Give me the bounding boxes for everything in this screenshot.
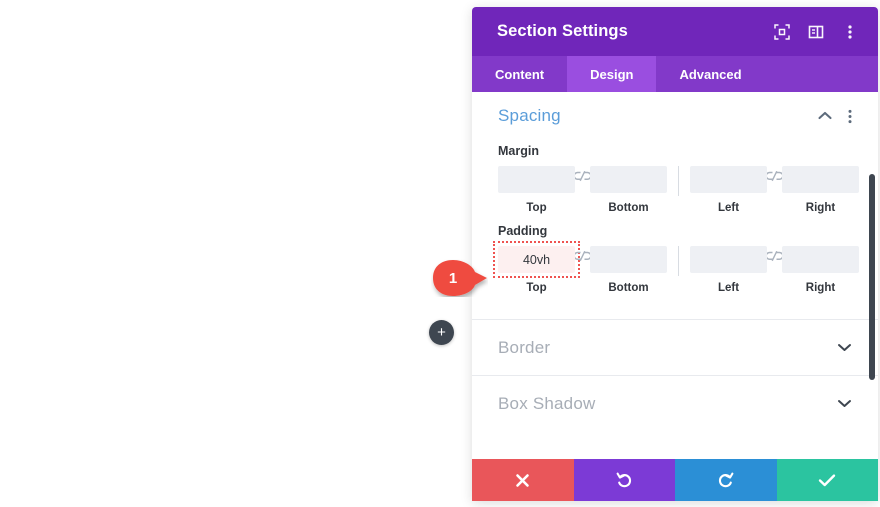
margin-bottom-caption: Bottom: [608, 202, 649, 214]
page-title: Section Settings: [497, 22, 628, 40]
margin-top-cell: Top: [498, 166, 575, 214]
padding-label: Padding: [498, 224, 548, 238]
callout-number: 1: [448, 269, 458, 287]
expand-icon[interactable]: [773, 23, 790, 40]
margin-left-wrap: [690, 166, 767, 193]
link-icon-svg: [575, 171, 590, 182]
margin-top-caption: Top: [526, 202, 547, 214]
expand-icon-svg: [773, 23, 790, 40]
padding-left-wrap: [690, 246, 767, 273]
layout-icon[interactable]: [807, 23, 824, 40]
panel-tabs: Content Design Advanced: [472, 56, 878, 92]
margin-bottom-wrap: [590, 166, 667, 193]
box-shadow-title: Box Shadow: [498, 393, 596, 413]
margin-bottom-input[interactable]: [590, 166, 667, 193]
padding-left-cell: Left: [690, 246, 767, 294]
panel-footer: [472, 459, 878, 501]
link-icon-svg: [767, 251, 782, 262]
padding-bottom-cell: Bottom: [590, 246, 667, 294]
panel-scrollbar-track[interactable]: [869, 174, 875, 451]
padding-bottom-input[interactable]: [590, 246, 667, 273]
margin-label: Margin: [498, 144, 539, 158]
close-icon: [516, 473, 530, 487]
header-icon-group: [773, 23, 858, 40]
spacing-section-header: Spacing: [498, 92, 852, 134]
padding-left-input[interactable]: [690, 246, 767, 273]
layout-icon-svg: [808, 25, 823, 38]
padding-right-caption: Right: [805, 282, 836, 294]
redo-button[interactable]: [675, 459, 777, 501]
padding-top-cell: Top: [493, 241, 580, 294]
spacing-header-icons: [818, 109, 852, 124]
margin-link-icon-tb[interactable]: [575, 166, 590, 182]
undo-button[interactable]: [573, 459, 675, 501]
padding-bottom-wrap: [590, 246, 667, 273]
spacing-section: Spacing Margin Top Bottom Left Right Pad…: [472, 92, 878, 319]
margin-fields: Top Bottom Left Right: [498, 166, 859, 214]
section-settings-panel: Section Settings Content Design Advanced…: [472, 7, 878, 501]
more-options-icon[interactable]: [848, 109, 852, 124]
margin-right-input[interactable]: [782, 166, 859, 193]
chevron-down-icon[interactable]: [837, 395, 852, 413]
margin-top-input[interactable]: [498, 166, 575, 193]
panel-scrollbar-thumb[interactable]: [869, 174, 875, 380]
margin-bottom-cell: Bottom: [590, 166, 667, 214]
tab-content[interactable]: Content: [472, 56, 567, 92]
padding-link-icon-lr[interactable]: [767, 246, 782, 262]
padding-fields: Top Bottom: [493, 241, 859, 294]
margin-link-icon-lr[interactable]: [767, 166, 782, 182]
save-button[interactable]: [776, 459, 878, 501]
margin-right-caption: Right: [805, 202, 836, 214]
more-options-icon-svg: [848, 109, 852, 123]
padding-right-wrap: [782, 246, 859, 273]
panel-body: Spacing Margin Top Bottom Left Right Pad…: [472, 92, 878, 459]
padding-divider: [678, 246, 679, 276]
margin-left-cell: Left: [690, 166, 767, 214]
padding-bottom-caption: Bottom: [608, 282, 649, 294]
chevron-down-icon[interactable]: [837, 339, 852, 357]
check-icon: [819, 473, 836, 486]
padding-top-caption: Top: [526, 282, 547, 294]
padding-right-cell: Right: [782, 246, 859, 294]
plus-icon: +: [437, 323, 446, 341]
tab-design[interactable]: Design: [567, 56, 657, 92]
margin-right-wrap: [782, 166, 859, 193]
chevron-down-icon-svg: [838, 343, 851, 351]
margin-left-caption: Left: [717, 202, 740, 214]
padding-top-input[interactable]: [498, 246, 575, 273]
callout-marker-1: 1: [431, 259, 488, 297]
chevron-up-icon-svg: [818, 111, 832, 120]
chevron-up-icon[interactable]: [818, 111, 832, 121]
add-module-button[interactable]: +: [429, 320, 454, 345]
redo-icon: [719, 472, 734, 487]
margin-top-wrap: [498, 166, 575, 193]
more-options-icon-svg: [847, 24, 852, 39]
padding-link-icon-tb[interactable]: [575, 246, 590, 262]
undo-icon: [616, 472, 631, 487]
padding-right-input[interactable]: [782, 246, 859, 273]
cancel-button[interactable]: [472, 459, 574, 501]
padding-left-caption: Left: [717, 282, 740, 294]
more-options-icon[interactable]: [841, 23, 858, 40]
margin-left-input[interactable]: [690, 166, 767, 193]
border-title: Border: [498, 337, 551, 357]
link-icon-svg: [767, 171, 782, 182]
section-border[interactable]: Border: [472, 319, 878, 375]
margin-divider: [678, 166, 679, 196]
padding-top-highlight: [493, 241, 580, 278]
margin-right-cell: Right: [782, 166, 859, 214]
chevron-down-icon-svg: [838, 399, 851, 407]
panel-header: Section Settings: [472, 7, 878, 56]
link-icon-svg: [575, 251, 590, 262]
spacing-title: Spacing: [498, 106, 561, 125]
tab-advanced[interactable]: Advanced: [656, 56, 764, 92]
section-box-shadow[interactable]: Box Shadow: [472, 375, 878, 431]
